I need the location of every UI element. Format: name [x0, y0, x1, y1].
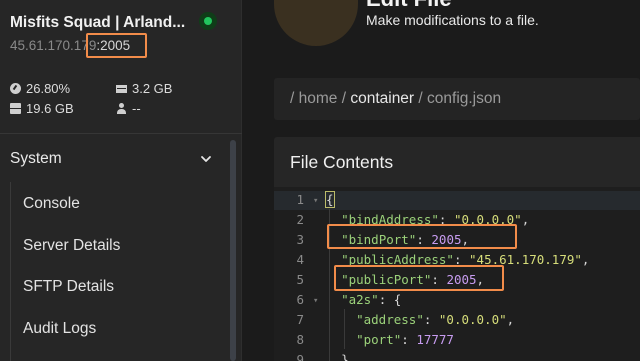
sidebar-item-sftp-details[interactable]: SFTP Details [23, 278, 114, 296]
publicport-highlight-box [334, 265, 504, 291]
file-contents-panel: File Contents 1 2 3 4 5 6 7 8 9 ▾ ▾ { "b… [274, 137, 640, 361]
breadcrumb-container[interactable]: container [350, 90, 414, 107]
line-number: 2 [296, 212, 304, 227]
memory-value: 3.2 GB [132, 81, 173, 96]
server-name: Misfits Squad | Arland... [10, 14, 186, 31]
page-subtitle: Make modifications to a file. [366, 12, 539, 28]
players-stat: -- [116, 101, 141, 116]
line-number: 1 [296, 192, 304, 207]
code-line-9: }, [341, 352, 357, 361]
code-line-1: { [325, 191, 335, 208]
breadcrumb: / home / container / config.json [274, 78, 640, 120]
line-number: 5 [296, 272, 304, 287]
breadcrumb-home[interactable]: home [299, 90, 338, 107]
line-number: 6 [296, 292, 304, 307]
server-ip: 45.61.170.179 [10, 38, 97, 53]
breadcrumb-sep: / [414, 90, 428, 107]
sidebar-scrollbar[interactable] [230, 140, 236, 361]
bindport-highlight-box [327, 224, 517, 249]
cpu-gauge-icon [10, 83, 21, 94]
line-number: 3 [296, 232, 304, 247]
file-contents-title: File Contents [290, 152, 394, 172]
line-number: 9 [296, 352, 304, 361]
sidebar-item-server-details[interactable]: Server Details [23, 237, 120, 255]
code-line-6: "a2s": { [341, 292, 402, 307]
memory-stat: 3.2 GB [116, 81, 172, 96]
line-number: 8 [296, 332, 304, 347]
sidebar-item-console[interactable]: Console [23, 195, 80, 213]
cpu-stat: 26.80% [10, 81, 70, 96]
line-number: 4 [296, 252, 304, 267]
code-line-8: "port": 17777 [356, 332, 454, 347]
chevron-down-icon[interactable] [199, 152, 213, 166]
fold-arrow-icon[interactable]: ▾ [313, 296, 318, 306]
header-icon-badge [274, 0, 358, 46]
sidebar: Misfits Squad | Arland... 45.61.170.179:… [0, 0, 242, 361]
nav-rail [10, 182, 11, 361]
status-online-icon [199, 12, 217, 30]
user-icon [116, 103, 127, 114]
port-highlight-box [86, 33, 147, 58]
main-content: Edit File Make modifications to a file. … [243, 0, 640, 361]
cpu-value: 26.80% [26, 81, 71, 96]
breadcrumb-sep: / [290, 90, 299, 107]
disk-icon [10, 103, 21, 114]
disk-value: 19.6 GB [26, 101, 74, 116]
nav-section-system[interactable]: System [10, 150, 62, 168]
breadcrumb-sep: / [337, 90, 351, 107]
fold-arrow-icon[interactable]: ▾ [313, 196, 318, 206]
code-line-7: "address": "0.0.0.0", [356, 312, 515, 327]
players-value: -- [132, 101, 141, 116]
page-title: Edit File [366, 0, 452, 12]
sidebar-item-audit-logs[interactable]: Audit Logs [23, 320, 96, 338]
memory-icon [116, 84, 127, 93]
sidebar-divider [0, 133, 242, 134]
line-number: 7 [296, 312, 304, 327]
breadcrumb-file: config.json [427, 90, 502, 107]
disk-stat: 19.6 GB [10, 101, 74, 116]
